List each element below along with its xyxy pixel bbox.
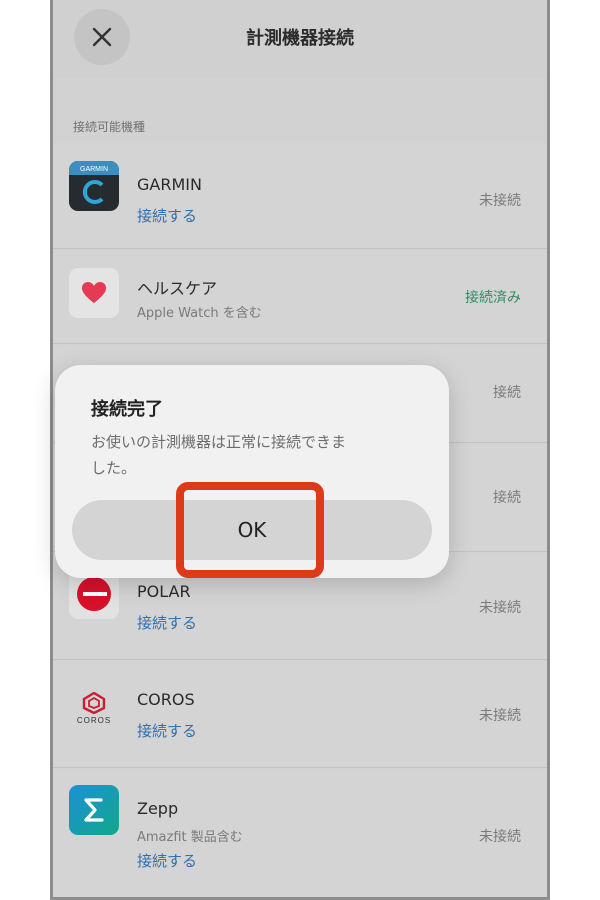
device-name: POLAR bbox=[137, 582, 191, 601]
device-status: 接続 bbox=[493, 490, 521, 506]
device-subtitle: Apple Watch を含む bbox=[137, 306, 262, 321]
page-title: 計測機器接続 bbox=[246, 28, 354, 49]
coros-app-icon: COROS bbox=[69, 683, 119, 733]
garmin-logo-icon: GARMIN bbox=[69, 161, 119, 204]
device-status: 接続 bbox=[493, 385, 521, 401]
section-label: 接続可能機種 bbox=[73, 120, 146, 134]
device-name: COROS bbox=[137, 690, 195, 709]
device-name: ヘルスケア bbox=[137, 279, 218, 298]
svg-text:GARMIN: GARMIN bbox=[80, 166, 108, 173]
device-row-zepp[interactable]: Zepp Amazfit 製品含む 接続する 未接続 bbox=[53, 769, 547, 897]
device-status: 未接続 bbox=[479, 193, 521, 209]
device-subtitle: Amazfit 製品含む bbox=[137, 830, 243, 845]
connect-link[interactable]: 接続する bbox=[137, 720, 197, 741]
highlight-box bbox=[176, 482, 324, 578]
dialog-title: 接続完了 bbox=[91, 399, 163, 420]
device-status: 未接続 bbox=[479, 600, 521, 616]
device-status: 未接続 bbox=[479, 829, 521, 845]
device-status: 接続済み bbox=[465, 290, 521, 306]
coros-logo-icon bbox=[82, 691, 106, 714]
sigma-icon bbox=[84, 798, 104, 822]
header: 計測機器接続 bbox=[53, 0, 547, 78]
device-name: Zepp bbox=[137, 799, 179, 818]
device-row-garmin[interactable]: GARMIN GARMIN 接続する 未接続 bbox=[53, 143, 547, 249]
connect-link[interactable]: 接続する bbox=[137, 612, 197, 633]
connect-link[interactable]: 接続する bbox=[137, 850, 197, 871]
device-row-healthcare[interactable]: ヘルスケア Apple Watch を含む 接続済み bbox=[53, 250, 547, 344]
polar-logo-icon bbox=[77, 577, 111, 611]
connect-link[interactable]: 接続する bbox=[137, 205, 197, 226]
zepp-app-icon bbox=[69, 785, 119, 835]
dialog-message: お使いの計測機器は正常に接続できました。 bbox=[91, 433, 347, 477]
device-status: 未接続 bbox=[479, 708, 521, 724]
device-row-coros[interactable]: COROS COROS 接続する 未接続 bbox=[53, 661, 547, 768]
heart-icon bbox=[82, 282, 106, 303]
garmin-app-icon: GARMIN bbox=[69, 161, 119, 211]
healthcare-app-icon bbox=[69, 268, 119, 318]
coros-logo-text: COROS bbox=[76, 715, 112, 725]
device-name: GARMIN bbox=[137, 175, 202, 194]
